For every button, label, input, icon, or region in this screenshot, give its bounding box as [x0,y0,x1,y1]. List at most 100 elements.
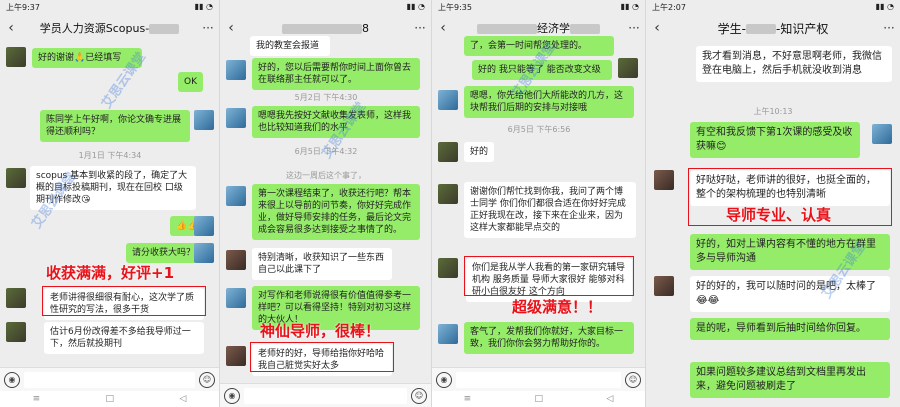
avatar[interactable] [872,124,892,144]
message-bubble: 陈同学上午好啊，你论文确专进展得还顺利吗？ [40,110,190,142]
callout-label: 超级满意！！ [512,298,603,316]
message-text: 客气了，发帮我们你就好，大家目标一致，我们你你会努力帮助好你的。 [470,327,624,349]
more-icon[interactable]: ··· [197,21,219,35]
message-text: 嗯嗯，你先给他们大所能改的几方，这块帮我们后期的安排与对接哦 [470,91,624,113]
more-icon[interactable]: ··· [878,21,900,35]
emoji-icon[interactable]: ☺ [411,387,427,404]
status-bar: 上午9:35 ▮▮ ◔ [432,0,645,14]
avatar[interactable] [438,324,458,344]
redacted-name [282,23,362,34]
chat-title: 学员人力资源Scopus- [22,20,197,36]
message-text: 有空和我反馈下第1次课的感受及收获嘛😊 [696,127,853,152]
message-input[interactable] [244,387,407,404]
status-time: 上午9:37 [6,3,40,12]
highlight-box [250,342,394,372]
message-text: 了，会第一时间帮您处理的。 [470,41,588,51]
callout-label: 神仙导师，很棒！ [260,322,381,340]
message-text: 特别清晰，收获知识了一些东西自己以此课下了 [258,253,385,275]
status-bar: ▮▮ ◔ [220,0,431,14]
avatar[interactable] [438,258,458,278]
emoji-icon[interactable]: ☺ [625,371,641,388]
nav-back-icon[interactable]: ◁ [179,394,186,404]
avatar[interactable] [194,110,214,130]
chat-title-text: 8 [362,21,369,35]
avatar[interactable] [194,216,214,236]
message-text: 陈同学上午好啊，你论文确专进展得还顺利吗？ [46,115,182,137]
redacted-name [477,24,537,34]
message-text: 第一次课程结束了，收获还行吧？帮本来很上以导前的问节奏，你好好完成作业，做好导师… [258,189,412,235]
message-bubble: 有空和我反馈下第1次课的感受及收获嘛😊 [690,122,860,158]
back-arrow-icon[interactable]: ‹ [220,20,242,36]
timestamp: 5月2日 下午4:30 [294,93,358,102]
highlight-box [42,286,206,316]
redacted-name [570,24,600,34]
chat-title-text: 学生- [717,21,746,36]
status-icons: ▮▮ ◔ [875,2,894,11]
chat-titlebar: ‹ 学生- -知识产权 ··· [646,14,900,42]
chat-titlebar: ‹ 学员人力资源Scopus- ··· [0,14,219,42]
avatar[interactable] [438,142,458,162]
message-bubble: 第一次课程结束了，收获还行吧？帮本来很上以导前的问节奏，你好好完成作业，做好导师… [252,184,420,240]
nav-menu-icon[interactable]: ≡ [33,394,41,404]
voice-icon[interactable]: ◉ [224,387,240,404]
avatar[interactable] [654,276,674,296]
chat-panel-4: 上午2:07 ▮▮ ◔ ‹ 学生- -知识产权 ··· 我才看到消息，不好意思啊老… [646,0,900,407]
nav-back-icon[interactable]: ◁ [606,394,613,404]
more-icon[interactable]: ··· [409,21,431,35]
chat-panel-1: 上午9:37 ▮▮ ◔ ‹ 学员人力资源Scopus- ··· 好的谢谢🙏已经填… [0,0,220,407]
voice-icon[interactable]: ◉ [4,371,20,388]
more-icon[interactable]: ··· [623,21,645,35]
chat-title: 8 [242,22,409,35]
redacted-name [149,24,180,34]
chat-title-text: -知识产权 [776,21,829,36]
status-time: 上午9:35 [438,3,472,12]
callout-label: 导师专业、认真 [726,206,832,224]
avatar[interactable] [226,60,246,80]
highlight-box [464,256,634,296]
message-input[interactable] [24,371,195,388]
message-bubble: OK [178,72,203,92]
message-bubble: 好的，您以后需要帮你时间上面你曾去在联络那主任就可以了。 [252,58,420,90]
message-input[interactable] [456,371,621,388]
message-bubble: 请分收获大吗？ [126,243,202,263]
avatar[interactable] [438,90,458,110]
timestamp: 6月5日 下午6:56 [507,125,571,134]
message-bubble: 好的好的，我可以随时问的是吧，太棒了😂😂 [690,276,890,312]
nav-menu-icon[interactable]: ≡ [464,394,472,404]
message-text: 我的教室会报道 [256,41,320,51]
avatar[interactable] [654,170,674,190]
avatar[interactable] [226,250,246,270]
input-bar: ◉ ☺ [432,367,645,391]
chat-title-text: 经济学 [537,22,570,35]
system-nav-bar: ≡ □ ◁ [432,391,645,407]
voice-icon[interactable]: ◉ [436,371,452,388]
message-text: 谢谢你们帮忙找到你我，我问了两个博士同学 你们你们都很合适在你好好完成 正好我现… [470,187,626,233]
input-bar: ◉ ☺ [0,367,219,391]
nav-home-icon[interactable]: □ [106,394,115,404]
emoji-icon[interactable]: ☺ [199,371,215,388]
status-bar: 上午9:37 ▮▮ ◔ [0,0,219,14]
avatar[interactable] [6,288,26,308]
chat-title: 经济学 [454,20,623,36]
avatar[interactable] [226,288,246,308]
back-arrow-icon[interactable]: ‹ [432,20,454,36]
message-bubble: 估计6月份改得差不多给我导师过一下，然后就投期刊 [44,322,204,354]
message-text: 请分收获大吗？ [132,248,196,258]
back-arrow-icon[interactable]: ‹ [646,20,668,36]
avatar[interactable] [194,243,214,263]
avatar[interactable] [6,168,26,188]
chat-title-text: 学员人力资源Scopus- [39,22,150,35]
status-time: 上午2:07 [652,3,686,12]
avatar[interactable] [6,47,26,67]
avatar[interactable] [226,346,246,366]
message-text: 好的谢谢🙏已经填写 [38,53,122,63]
avatar[interactable] [618,58,638,78]
status-bar: 上午2:07 ▮▮ ◔ [646,0,900,14]
avatar[interactable] [226,108,246,128]
back-arrow-icon[interactable]: ‹ [0,20,22,36]
avatar[interactable] [6,322,26,342]
avatar[interactable] [438,184,458,204]
timestamp: 上午10:13 [753,107,793,116]
nav-home-icon[interactable]: □ [535,394,544,404]
avatar[interactable] [226,186,246,206]
